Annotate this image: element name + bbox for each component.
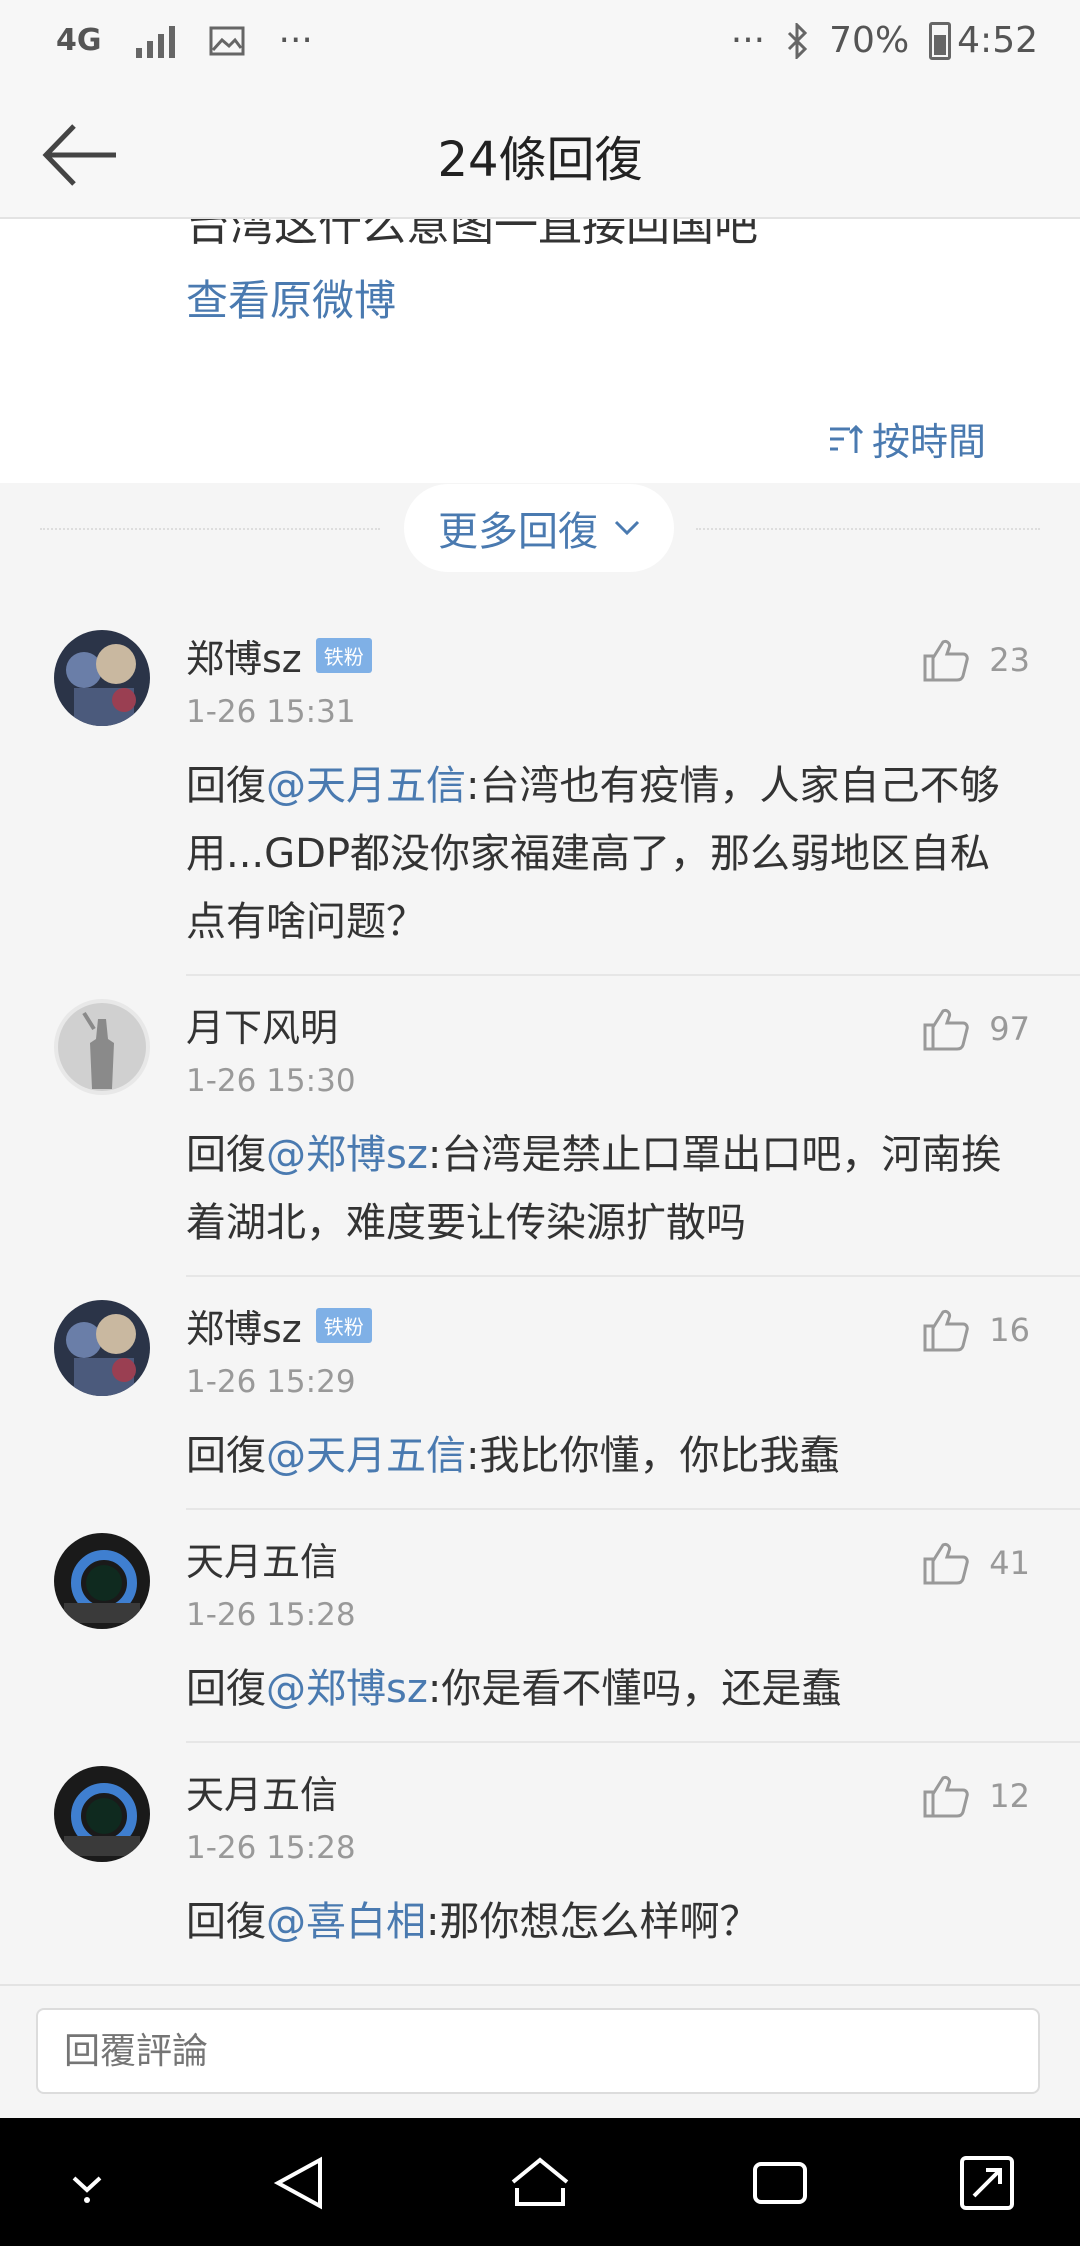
comment-author[interactable]: 月下风明 (186, 997, 338, 1052)
more-replies-label: 更多回復 (438, 509, 598, 555)
reply-prefix: 回復 (186, 1433, 266, 1479)
mention-link[interactable]: @天月五信 (266, 763, 466, 809)
fan-badge: 铁粉 (315, 638, 372, 673)
avatar[interactable] (54, 630, 150, 726)
comment-item[interactable]: 天月五信 12 1-26 15:28 回復@喜白相:那你想怎么样啊？ (0, 1766, 1080, 1974)
divider (186, 1741, 1080, 1743)
author-name: 郑博sz (186, 637, 302, 681)
avatar[interactable] (54, 1533, 150, 1629)
comment-author[interactable]: 天月五信 (186, 1764, 338, 1819)
comment-time: 1-26 15:31 (186, 694, 356, 730)
thumbs-up-icon (923, 1009, 970, 1051)
more-replies-button[interactable]: 更多回復 (404, 484, 674, 572)
chevron-down-icon (614, 520, 640, 536)
hide-keyboard-icon[interactable] (52, 2148, 122, 2218)
sort-by-time-button[interactable]: 按時間 (828, 411, 986, 466)
author-name: 月下风明 (186, 1006, 339, 1050)
like-count: 97 (989, 1010, 1030, 1048)
post-text-clipped: 台湾这什么意图一直接回国吧 (186, 219, 758, 251)
comment-time: 1-26 15:30 (186, 1063, 356, 1099)
thumbs-up-icon (923, 640, 970, 682)
thumbs-up-icon (923, 1310, 970, 1352)
home-icon[interactable] (505, 2148, 575, 2218)
thumbs-up-icon (923, 1543, 970, 1585)
sort-icon (829, 424, 864, 453)
reply-input[interactable] (36, 2008, 1040, 2094)
clock: 4:52 (957, 20, 1038, 61)
back-nav-icon[interactable] (264, 2148, 334, 2218)
sort-label: 按時間 (871, 420, 986, 464)
more-notifications-icon: ··· (278, 20, 313, 61)
fan-badge: 铁粉 (315, 1308, 372, 1343)
comment-body: :那你想怎么样啊？ (426, 1899, 760, 1945)
original-post-card: 台湾这什么意图一直接回国吧 查看原微博 按時間 (0, 219, 1080, 483)
image-icon (209, 26, 244, 55)
signal-icon (135, 24, 175, 58)
divider-right (696, 528, 1040, 530)
comment-body: :我比你懂，你比我蠢 (466, 1433, 840, 1479)
comment-text: 回復@郑博sz:你是看不懂吗，还是蠢 (186, 1655, 1026, 1723)
comment-item[interactable]: 月下风明 97 1-26 15:30 回復@郑博sz:台湾是禁止口罩出口吧，河南… (0, 997, 1080, 1277)
battery-percent: 70% (829, 20, 910, 61)
reply-prefix: 回復 (186, 1899, 266, 1945)
comment-item[interactable]: 郑博sz 铁粉 16 1-26 15:29 回復@天月五信:我比你懂，你比我蠢 (0, 1298, 1080, 1510)
mention-link[interactable]: @天月五信 (266, 1433, 466, 1479)
recent-apps-icon[interactable] (745, 2148, 815, 2218)
avatar[interactable] (54, 999, 150, 1095)
app-header: 24條回復 (0, 92, 1080, 219)
bluetooth-icon (788, 22, 808, 59)
comment-author[interactable]: 郑博sz 铁粉 (186, 1298, 372, 1353)
comment-time: 1-26 15:28 (186, 1830, 356, 1866)
reply-prefix: 回復 (186, 763, 266, 809)
divider (186, 974, 1080, 976)
like-button[interactable]: 12 (921, 1774, 1030, 1818)
expand-icon[interactable] (952, 2148, 1022, 2218)
mention-link[interactable]: @喜白相 (266, 1899, 426, 1945)
comment-time: 1-26 15:29 (186, 1364, 356, 1400)
more-status-icon: ··· (730, 20, 766, 61)
network-indicator: 4G (56, 23, 102, 58)
divider (186, 1275, 1080, 1277)
comment-item[interactable]: 郑博sz 铁粉 23 1-26 15:31 回復@天月五信:台湾也有疫情，人家自… (0, 628, 1080, 976)
reply-prefix: 回復 (186, 1666, 266, 1712)
comment-body: :你是看不懂吗，还是蠢 (427, 1666, 842, 1712)
comment-item[interactable]: 天月五信 41 1-26 15:28 回復@郑博sz:你是看不懂吗，还是蠢 (0, 1531, 1080, 1743)
comment-time: 1-26 15:28 (186, 1597, 356, 1633)
like-count: 16 (989, 1311, 1030, 1349)
like-count: 23 (989, 641, 1030, 679)
comment-text: 回復@郑博sz:台湾是禁止口罩出口吧，河南挨着湖北，难度要让传染源扩散吗 (186, 1121, 1026, 1257)
like-count: 12 (989, 1777, 1030, 1815)
like-button[interactable]: 16 (921, 1308, 1030, 1352)
reply-prefix: 回復 (186, 1132, 266, 1178)
thumbs-up-icon (923, 1776, 970, 1818)
like-button[interactable]: 97 (921, 1007, 1030, 1051)
battery-icon (929, 21, 952, 60)
divider-left (40, 528, 380, 530)
author-name: 天月五信 (186, 1773, 339, 1817)
like-button[interactable]: 23 (921, 638, 1030, 682)
comment-author[interactable]: 郑博sz 铁粉 (186, 628, 372, 683)
avatar[interactable] (54, 1300, 150, 1396)
comment-author[interactable]: 天月五信 (186, 1531, 338, 1586)
comment-text: 回復@天月五信:我比你懂，你比我蠢 (186, 1422, 1026, 1490)
reply-bar (0, 1984, 1080, 2120)
more-replies-row: 更多回復 (0, 484, 1080, 574)
mention-link[interactable]: @郑博sz (266, 1132, 428, 1178)
author-name: 郑博sz (186, 1307, 302, 1351)
page-title: 24條回復 (437, 132, 643, 188)
divider (186, 1508, 1080, 1510)
author-name: 天月五信 (186, 1540, 339, 1584)
view-original-link[interactable]: 查看原微博 (186, 267, 396, 328)
like-count: 41 (989, 1544, 1030, 1582)
comment-text: 回復@天月五信:台湾也有疫情，人家自己不够用...GDP都没你家福建高了，那么弱… (186, 752, 1026, 956)
comment-text: 回復@喜白相:那你想怎么样啊？ (186, 1888, 1026, 1956)
status-bar: 4G ··· ··· 70% 4:52 (0, 0, 1080, 92)
mention-link[interactable]: @郑博sz (266, 1666, 428, 1712)
system-nav-bar (0, 2118, 1080, 2246)
avatar[interactable] (54, 1766, 150, 1862)
like-button[interactable]: 41 (921, 1541, 1030, 1585)
